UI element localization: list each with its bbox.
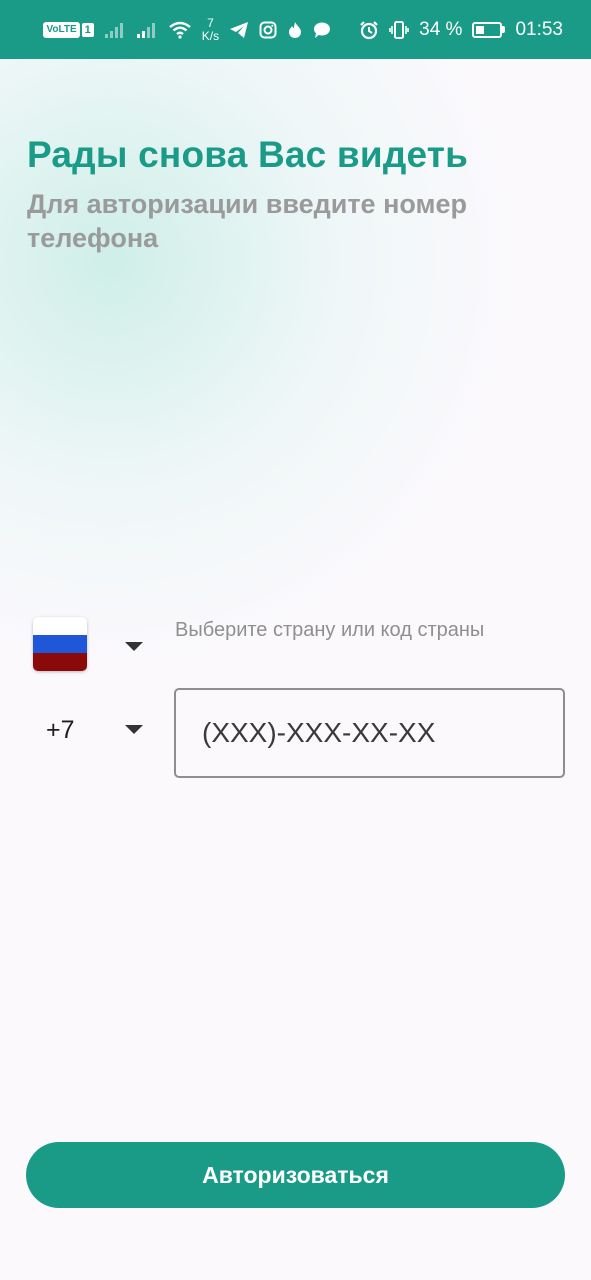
code-dropdown-arrow-icon[interactable]	[125, 725, 143, 734]
speed-unit: K/s	[201, 28, 220, 43]
volte-badge: VoLTE	[43, 21, 80, 38]
page-title: Рады снова Вас видеть	[27, 134, 469, 175]
wifi-icon	[168, 21, 192, 39]
sim-badge: 1	[81, 22, 94, 37]
page-subtitle: Для авторизации введите номер телефона	[27, 189, 467, 253]
network-speed: 7 K/s	[201, 15, 220, 43]
country-code[interactable]: +7	[46, 716, 75, 745]
vibrate-icon	[389, 20, 409, 40]
signal-icon	[104, 21, 126, 39]
phone-input[interactable]	[174, 688, 565, 778]
alarm-icon	[359, 20, 379, 40]
chat-icon	[313, 21, 331, 39]
country-flag-russia[interactable]	[33, 617, 87, 671]
flame-icon	[287, 21, 303, 39]
login-button[interactable]: Авторизоваться	[26, 1142, 565, 1208]
instagram-icon	[259, 21, 277, 39]
battery-percent: 34 %	[419, 18, 463, 40]
country-dropdown-arrow-icon[interactable]	[125, 642, 143, 651]
battery-icon	[472, 21, 506, 38]
clock: 01:53	[515, 18, 563, 40]
status-bar: VoLTE 1 7 K/s 34 % 01:53	[0, 0, 591, 59]
signal-icon	[136, 21, 158, 39]
login-screen: VoLTE 1 7 K/s 34 % 01:53 Рады снова Вас …	[0, 0, 591, 1280]
country-hint: Выберите страну или код страны	[175, 619, 485, 641]
speed-value: 7	[207, 15, 214, 30]
telegram-icon	[229, 21, 249, 39]
